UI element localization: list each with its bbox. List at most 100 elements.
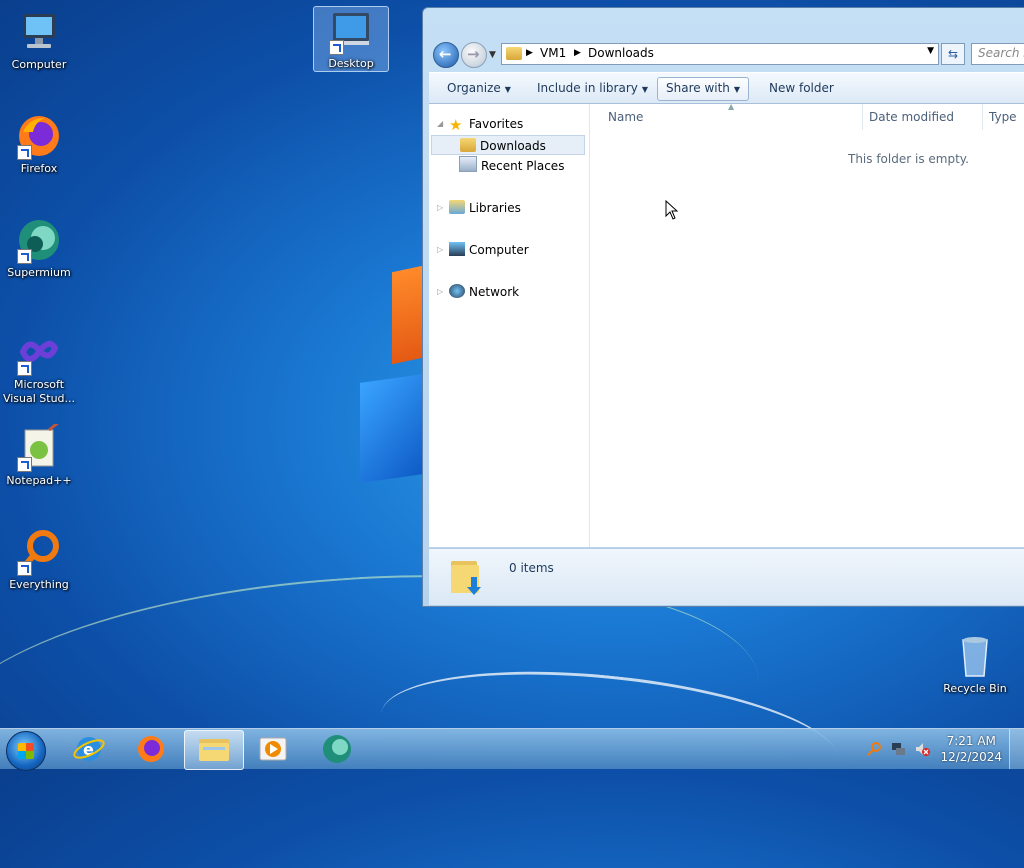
- column-divider[interactable]: [982, 104, 983, 130]
- desktop-icon-desktop[interactable]: Desktop: [313, 6, 389, 72]
- address-dropdown-icon[interactable]: ▼: [927, 46, 934, 56]
- address-row: ← → ▼ ▶ VM1 ▶ Downloads ▼ ⇆ Search Do: [431, 40, 1024, 68]
- desktop-icon-supermium[interactable]: Supermium: [2, 216, 76, 280]
- desktop-icon-label: Computer: [11, 58, 67, 71]
- shortcut-arrow-icon: [17, 145, 32, 160]
- nav-item-network[interactable]: ▷ Network: [437, 282, 519, 302]
- breadcrumb-separator-icon[interactable]: ▶: [574, 48, 581, 58]
- forward-button[interactable]: →: [461, 42, 487, 68]
- desktop-icon-label: Firefox: [20, 162, 58, 175]
- desktop-icon-computer[interactable]: Computer: [2, 8, 76, 72]
- wallpaper-logo-blue: [360, 373, 430, 483]
- taskbar-firefox[interactable]: [122, 730, 180, 768]
- libraries-icon: [449, 200, 465, 214]
- chevron-down-icon: ▼: [504, 85, 511, 94]
- taskbar: e 7:21 AM 12/2/2024: [0, 728, 1024, 771]
- details-pane: 0 items: [429, 548, 1024, 605]
- show-desktop-button[interactable]: [1009, 729, 1024, 769]
- system-clock[interactable]: 7:21 AM 12/2/2024: [940, 733, 1002, 765]
- taskbar-windows-explorer[interactable]: [184, 730, 244, 770]
- back-arrow-icon: ←: [439, 45, 452, 63]
- shortcut-arrow-icon: [17, 249, 32, 264]
- star-icon: ★: [449, 116, 463, 134]
- desktop-icon-notepad-plus-plus[interactable]: Notepad++: [2, 420, 76, 488]
- computer-icon: [449, 242, 465, 256]
- supermium-icon: [323, 735, 351, 763]
- downloads-folder-icon: [460, 138, 476, 152]
- clock-time: 7:21 AM: [946, 734, 996, 748]
- nav-item-favorites[interactable]: ◢ ★ Favorites: [437, 114, 523, 134]
- desktop-icon-firefox[interactable]: Firefox: [2, 112, 76, 176]
- column-divider[interactable]: [862, 104, 863, 130]
- column-header-type[interactable]: Type: [989, 106, 1017, 128]
- item-count: 0 items: [509, 561, 554, 575]
- chevron-down-icon: ▼: [641, 85, 649, 94]
- taskbar-media-player[interactable]: [244, 730, 302, 768]
- address-bar[interactable]: ▶ VM1 ▶ Downloads ▼: [501, 43, 939, 65]
- recent-places-icon: [459, 156, 477, 172]
- shortcut-arrow-icon: [17, 361, 32, 376]
- nav-item-libraries[interactable]: ▷ Libraries: [437, 198, 521, 218]
- desktop-icon-label: Microsoft Visual Stud...: [2, 378, 76, 405]
- expand-icon: ▷: [437, 203, 444, 212]
- expand-icon: ▷: [437, 287, 444, 296]
- column-header-date-modified[interactable]: Date modified: [869, 106, 954, 128]
- taskbar-supermium[interactable]: [308, 730, 366, 768]
- include-in-library-button[interactable]: Include in library ▼: [529, 77, 656, 99]
- search-input[interactable]: Search Do: [971, 43, 1024, 65]
- refresh-icon: ⇆: [947, 47, 959, 61]
- search-placeholder: Search Do: [978, 46, 1024, 60]
- start-button[interactable]: [6, 731, 46, 771]
- breadcrumb-item[interactable]: VM1: [540, 46, 566, 60]
- desktop-icon-label: Notepad++: [6, 474, 72, 487]
- desktop-icon-recycle-bin[interactable]: Recycle Bin: [938, 632, 1012, 696]
- chevron-down-icon: ▼: [733, 85, 741, 94]
- taskbar-internet-explorer[interactable]: e: [60, 730, 118, 768]
- nav-item-downloads[interactable]: Downloads: [431, 135, 585, 155]
- navigation-pane: ◢ ★ Favorites Downloads Recent Places ▷ L…: [429, 104, 590, 547]
- clock-date: 12/2/2024: [940, 750, 1002, 764]
- refresh-button[interactable]: ⇆: [941, 43, 965, 65]
- media-player-icon: [259, 737, 287, 761]
- command-bar: Organize ▼ Include in library ▼ Share with…: [429, 72, 1024, 104]
- shortcut-arrow-icon: [17, 561, 32, 576]
- new-folder-button[interactable]: New folder: [761, 77, 842, 99]
- desktop-icon-label: Supermium: [7, 266, 71, 279]
- desktop-icon-label: Desktop: [328, 57, 374, 70]
- firefox-icon: [138, 736, 164, 762]
- shortcut-arrow-icon: [17, 457, 32, 472]
- shortcut-arrow-icon: [329, 40, 344, 55]
- supermium-icon: [15, 216, 63, 264]
- desktop-icon: [327, 7, 375, 55]
- file-list[interactable]: Name ▲ Date modified Type This folder is…: [590, 102, 1024, 547]
- firefox-icon: [15, 112, 63, 160]
- visual-studio-icon: [15, 328, 63, 376]
- mouse-cursor-icon: [665, 200, 679, 220]
- network-icon: [449, 284, 465, 298]
- everything-tray-icon[interactable]: [866, 741, 882, 757]
- breadcrumb-item[interactable]: Downloads: [588, 46, 654, 60]
- share-with-button[interactable]: Share with ▼: [657, 77, 750, 101]
- desktop-icon-label: Recycle Bin: [943, 682, 1007, 695]
- recent-pages-dropdown[interactable]: ▼: [489, 50, 496, 60]
- desktop-icon-visual-studio[interactable]: Microsoft Visual Stud...: [2, 328, 76, 406]
- nav-item-computer[interactable]: ▷ Computer: [437, 240, 529, 260]
- explorer-window[interactable]: ← → ▼ ▶ VM1 ▶ Downloads ▼ ⇆ Search Do Or…: [422, 7, 1024, 607]
- network-tray-icon[interactable]: [890, 741, 906, 757]
- windows-logo-icon: [18, 743, 34, 759]
- expand-icon: ◢: [437, 119, 444, 128]
- expand-icon: ▷: [437, 245, 444, 254]
- everything-search-icon: [15, 528, 63, 576]
- volume-muted-icon[interactable]: [914, 741, 930, 757]
- notepad-plus-plus-icon: [15, 420, 63, 472]
- back-button[interactable]: ←: [433, 42, 459, 68]
- empty-folder-message: This folder is empty.: [848, 152, 969, 166]
- downloads-folder-icon: [451, 561, 481, 595]
- nav-item-recent-places[interactable]: Recent Places: [459, 156, 564, 176]
- windows-explorer-icon: [199, 739, 229, 761]
- column-header-name[interactable]: Name: [608, 106, 643, 128]
- organize-button[interactable]: Organize ▼: [439, 77, 519, 99]
- recycle-bin-icon: [951, 632, 999, 680]
- internet-explorer-icon: e: [73, 737, 105, 761]
- desktop-icon-everything[interactable]: Everything: [2, 528, 76, 592]
